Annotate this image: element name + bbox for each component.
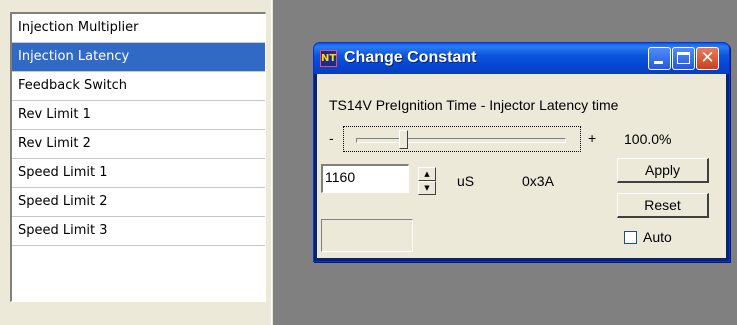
list-item[interactable]: Feedback Switch <box>12 72 265 101</box>
slider-track <box>356 138 566 143</box>
close-button[interactable]: ✕ <box>696 47 719 70</box>
list-item[interactable]: Speed Limit 1 <box>12 159 265 188</box>
auto-checkbox[interactable]: Auto <box>624 229 672 245</box>
auto-label: Auto <box>643 229 672 245</box>
slider-minus-label: - <box>329 130 334 146</box>
list-item[interactable]: Speed Limit 3 <box>12 217 265 246</box>
percent-value: 100.0% <box>624 131 672 147</box>
list-item[interactable]: Rev Limit 2 <box>12 130 265 159</box>
maximize-button[interactable] <box>672 47 695 70</box>
stepper-up-icon[interactable]: ▲ <box>418 167 436 181</box>
change-constant-dialog: NT Change Constant ✕ TS14V PreIgnition T… <box>313 42 730 262</box>
app-icon: NT <box>320 50 337 67</box>
constant-description: TS14V PreIgnition Time - Injector Latenc… <box>329 97 619 113</box>
hex-value: 0x3A <box>522 173 554 189</box>
slider-plus-label: + <box>588 130 597 146</box>
minimize-button[interactable] <box>648 47 671 70</box>
reset-button[interactable]: Reset <box>617 193 709 218</box>
list-item[interactable]: Injection Latency <box>12 43 265 72</box>
slider-thumb[interactable] <box>399 130 409 149</box>
checkbox-icon[interactable] <box>624 231 637 244</box>
value-input[interactable]: 1160 <box>321 164 409 193</box>
list-item[interactable]: Speed Limit 2 <box>12 188 265 217</box>
minimize-icon <box>654 61 663 64</box>
unit-label: uS <box>457 173 475 189</box>
status-box <box>321 219 413 252</box>
constants-list[interactable]: Injection Multiplier Injection Latency F… <box>10 12 266 302</box>
stepper-down-icon[interactable]: ▼ <box>418 181 436 195</box>
constants-panel: Injection Multiplier Injection Latency F… <box>0 0 271 325</box>
list-item[interactable]: Rev Limit 1 <box>12 101 265 130</box>
list-item[interactable]: Injection Multiplier <box>12 14 265 43</box>
dialog-title: Change Constant <box>344 49 477 66</box>
value-slider[interactable] <box>343 126 581 152</box>
dialog-body: TS14V PreIgnition Time - Injector Latenc… <box>317 74 726 258</box>
value-stepper[interactable]: ▲ ▼ <box>418 167 436 196</box>
apply-button[interactable]: Apply <box>617 158 709 183</box>
dialog-titlebar[interactable]: NT Change Constant ✕ <box>314 43 729 74</box>
maximize-icon <box>677 52 690 64</box>
close-icon: ✕ <box>700 48 715 68</box>
